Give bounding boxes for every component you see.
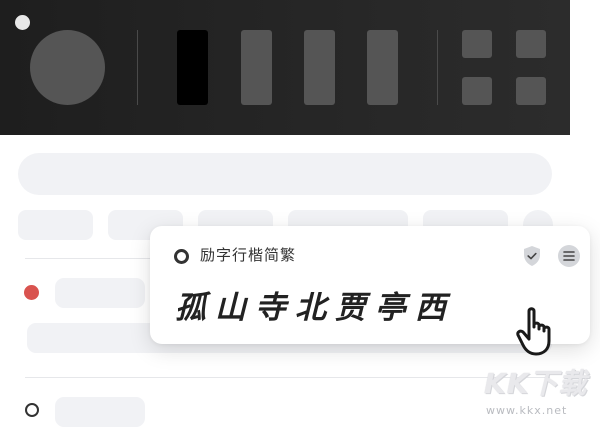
divider-line: [25, 377, 550, 378]
font-name: 励字行楷简繁: [200, 246, 297, 264]
shield-check-icon[interactable]: [520, 244, 544, 268]
toolbar-divider: [137, 30, 138, 105]
toolbar-slot[interactable]: [241, 30, 272, 105]
toolbar-slot-active[interactable]: [177, 30, 208, 105]
watermark: KK下载 www.kkx.net: [478, 362, 598, 420]
list-item-marker-ring: [25, 403, 39, 417]
radio-ring-icon[interactable]: [174, 249, 189, 264]
toolbar-tile[interactable]: [516, 30, 546, 58]
watermark-logo: KK下载: [484, 367, 588, 400]
toolbar-tile[interactable]: [516, 77, 546, 105]
dark-toolbar: [0, 0, 570, 135]
avatar-placeholder[interactable]: [30, 30, 105, 105]
toolbar-slot[interactable]: [367, 30, 398, 105]
search-bar-placeholder[interactable]: [18, 153, 552, 195]
divider-line: [25, 258, 150, 259]
menu-icon[interactable]: [557, 244, 581, 268]
status-dot: [15, 15, 30, 30]
toolbar-slot[interactable]: [304, 30, 335, 105]
font-sample-text: 孤山寺北贾亭西: [175, 290, 455, 326]
toolbar-tile[interactable]: [462, 77, 492, 105]
watermark-url: www.kkx.net: [486, 404, 568, 417]
toolbar-divider: [437, 30, 438, 105]
toolbar-tile[interactable]: [462, 30, 492, 58]
list-item-title-placeholder: [55, 278, 145, 308]
hand-pointer-icon: [515, 305, 563, 357]
filter-chip[interactable]: [18, 210, 93, 240]
list-item-title-placeholder: [55, 397, 145, 427]
list-item-marker-red: [24, 285, 39, 300]
